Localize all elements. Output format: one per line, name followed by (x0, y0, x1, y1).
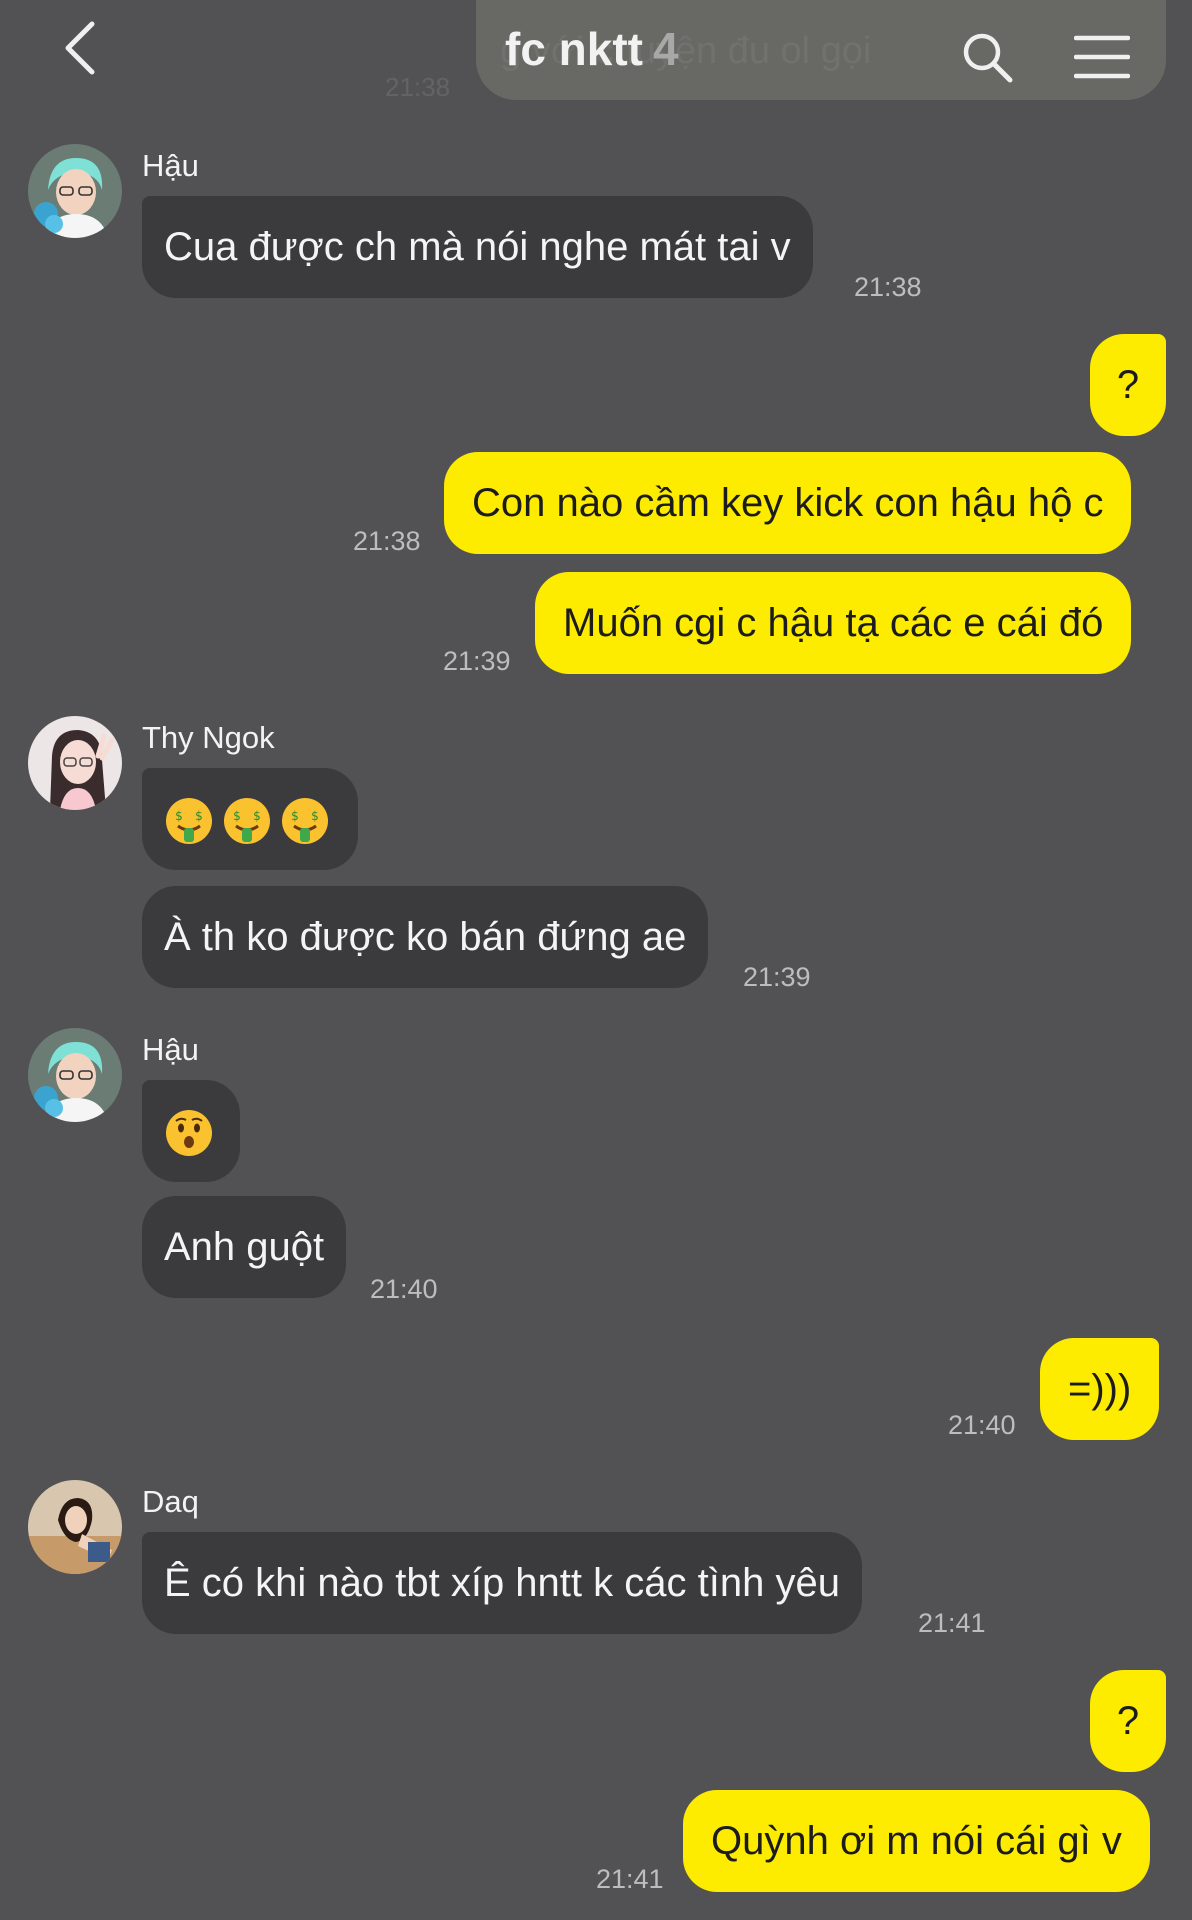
back-button[interactable] (58, 18, 108, 78)
avatar-photo-icon (28, 1028, 122, 1122)
menu-button[interactable] (1073, 34, 1131, 80)
message-bubble[interactable]: Ê có khi nào tbt xíp hntt k các tình yêu (142, 1532, 862, 1634)
avatar-thy-ngok[interactable] (28, 716, 122, 810)
message-time: 21:39 (743, 962, 811, 992)
hushed-face-icon (166, 1110, 212, 1157)
sender-name: Hậu (142, 1032, 199, 1067)
emoji-message-bubble[interactable] (142, 1080, 240, 1182)
message-time: 21:38 (353, 526, 421, 556)
sender-name: Thy Ngok (142, 720, 275, 755)
avatar-daq[interactable] (28, 1480, 122, 1574)
message-bubble[interactable]: Muốn cgi c hậu tạ các e cái đó (535, 572, 1132, 674)
avatar-photo-icon (28, 716, 122, 810)
svg-text:$: $ (291, 809, 299, 823)
ghost-time: 21:38 (385, 72, 451, 102)
message-bubble[interactable]: Cua được ch mà nói nghe mát tai v (142, 196, 813, 298)
avatar-photo-icon (28, 1480, 122, 1574)
message-bubble[interactable]: Con nào cầm key kick con hậu hộ c (444, 452, 1132, 554)
hamburger-menu-icon (1073, 35, 1131, 79)
avatar-hau[interactable] (28, 144, 122, 238)
message-bubble[interactable]: =))) (1040, 1338, 1160, 1440)
avatar-hau[interactable] (28, 1028, 122, 1122)
message-time: 21:38 (854, 272, 922, 302)
money-mouth-face-icon: $ $ (282, 798, 328, 845)
chevron-left-icon (65, 21, 95, 75)
chat-title[interactable]: fc nktt 4 (505, 22, 679, 76)
svg-text:$: $ (253, 809, 261, 823)
emoji-message-bubble[interactable]: $ $ $ $ $ $ (142, 768, 358, 870)
search-icon (963, 33, 1013, 83)
message-bubble[interactable]: Quỳnh ơi m nói cái gì v (683, 1790, 1150, 1892)
sender-name: Hậu (142, 148, 199, 183)
svg-text:$: $ (195, 809, 203, 823)
message-bubble[interactable]: Anh guột (142, 1196, 347, 1298)
member-count: 4 (653, 23, 679, 75)
chat-title-text: fc nktt (505, 23, 643, 75)
money-mouth-face-icon: $ $ (166, 798, 212, 845)
message-bubble[interactable]: À th ko được ko bán đứng ae (142, 886, 709, 988)
message-time: 21:39 (443, 646, 511, 676)
message-time: 21:40 (370, 1274, 438, 1304)
svg-text:$: $ (175, 809, 183, 823)
message-time: 21:41 (918, 1608, 986, 1638)
sender-name: Daq (142, 1484, 199, 1519)
avatar-photo-icon (28, 144, 122, 238)
svg-text:$: $ (233, 809, 241, 823)
message-time: 21:41 (596, 1864, 664, 1894)
money-mouth-face-icon: $ $ (224, 798, 270, 845)
message-time: 21:40 (948, 1410, 1016, 1440)
svg-text:$: $ (311, 809, 319, 823)
search-button[interactable] (960, 30, 1016, 86)
message-bubble[interactable]: ? (1090, 1670, 1166, 1772)
message-bubble[interactable]: ? (1090, 334, 1166, 436)
